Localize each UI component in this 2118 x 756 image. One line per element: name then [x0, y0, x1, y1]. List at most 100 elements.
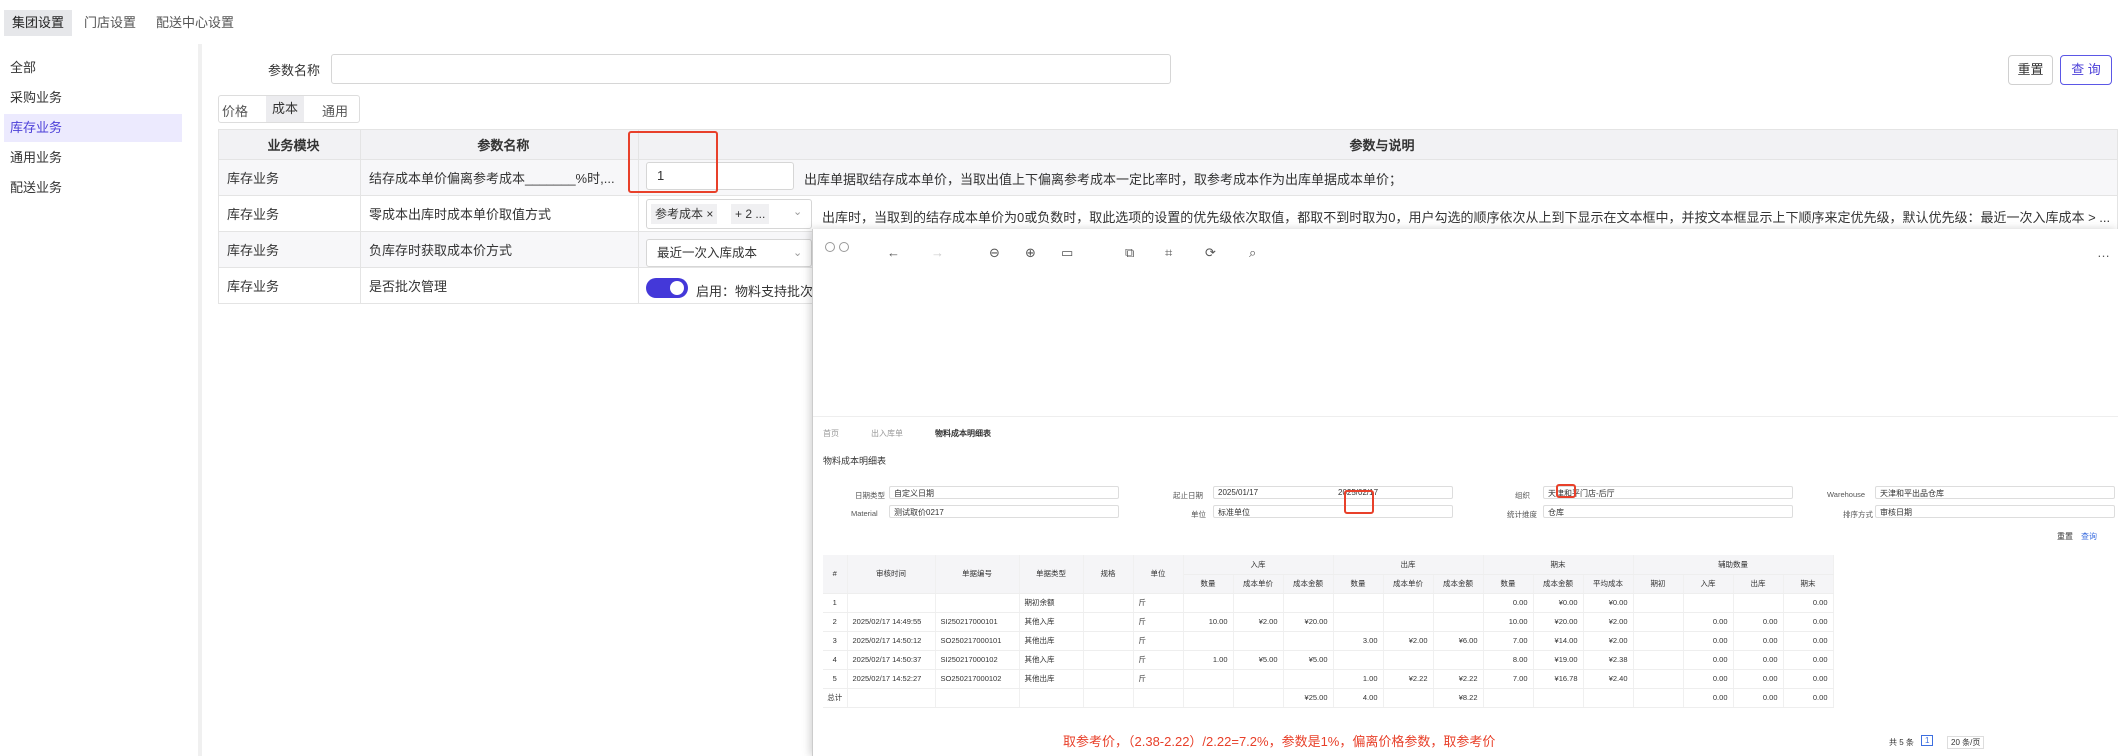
chevron-down-icon: ⌄: [793, 247, 803, 259]
report-cell[interactable]: SI250217000102: [935, 650, 1020, 670]
filter-field[interactable]: 审核日期: [1875, 505, 2115, 518]
header-param-name: 参数名称: [359, 129, 639, 160]
report-cell: 其他出库: [1019, 669, 1084, 689]
report-cell: [1283, 593, 1334, 613]
page-button[interactable]: 1: [1921, 735, 1934, 746]
report-cell: [1019, 688, 1084, 708]
report-cell: 3: [823, 631, 848, 651]
report-cell: 期初余额: [1019, 593, 1084, 613]
copy-icon[interactable]: ⧉: [1125, 245, 1134, 261]
close-icon[interactable]: [825, 242, 835, 252]
report-cell: [1183, 669, 1234, 689]
cell-name: 负库存时获取成本价方式: [359, 231, 639, 268]
report-cell: [1333, 612, 1384, 632]
report-cell: ¥20.00: [1283, 612, 1334, 632]
filter-field[interactable]: 标准单位: [1213, 505, 1453, 518]
zero-cost-select[interactable]: 参考成本 × + 2 ... ⌄: [646, 199, 812, 229]
report-cell: [1183, 688, 1234, 708]
filter-label: 单位: [1191, 510, 1206, 519]
report-cell[interactable]: SO250217000101: [935, 631, 1020, 651]
back-icon[interactable]: ←: [887, 245, 900, 260]
sidebar-item-general[interactable]: 通用业务: [4, 144, 182, 172]
report-cell: [1633, 631, 1684, 651]
report-cell[interactable]: SI250217000101: [935, 612, 1020, 632]
toggle-knob: [670, 281, 684, 295]
page-size-select[interactable]: 20 条/页: [1947, 736, 1985, 749]
report-cell: ¥0.00: [1533, 593, 1584, 613]
crop-icon[interactable]: ⌗: [1165, 245, 1172, 261]
report-cell: 4: [823, 650, 848, 670]
report-cell: 0.00: [1783, 669, 1834, 689]
query-button[interactable]: 查 询: [2060, 55, 2112, 85]
report-cell: 0.00: [1683, 650, 1734, 670]
search-icon[interactable]: ⌕: [1249, 245, 1256, 261]
report-cell: ¥2.38: [1583, 650, 1634, 670]
reset-button[interactable]: 重置: [2057, 531, 2073, 542]
annotation-text: 取参考价，（2.38-2.22）/2.22=7.2%，参数是1%，偏离价格参数，…: [1063, 734, 1496, 749]
sub-header: 出库: [1733, 574, 1784, 594]
filter-field[interactable]: 2025/01/17 2025/02/17: [1213, 486, 1453, 499]
minimize-icon[interactable]: [839, 242, 849, 252]
tab-store-settings[interactable]: 门店设置: [76, 10, 144, 36]
sub-tab-cost[interactable]: 成本: [266, 96, 305, 122]
sidebar-divider: [198, 44, 202, 756]
param-description: 出库时，当取到的结存成本单价为0或负数时，取此选项的设置的优先级依次取值，都取不…: [822, 210, 2111, 225]
breadcrumb-tab: 物料成本明细表: [935, 429, 991, 438]
sidebar-item-purchase[interactable]: 采购业务: [4, 84, 182, 112]
filter-field[interactable]: 仓库: [1543, 505, 1793, 518]
reset-button[interactable]: 重置: [2008, 55, 2053, 85]
report-cell: [847, 593, 936, 613]
report-cell: [1433, 612, 1484, 632]
divider: [813, 416, 2118, 417]
sidebar-item-all[interactable]: 全部: [4, 54, 182, 82]
report-cell: ¥5.00: [1283, 650, 1334, 670]
sub-tab-price[interactable]: 价格: [222, 101, 248, 120]
report-cell: [935, 688, 1020, 708]
query-button[interactable]: 查询: [2081, 531, 2097, 542]
batch-toggle[interactable]: [646, 278, 688, 298]
report-cell: ¥2.22: [1383, 669, 1434, 689]
filter-field[interactable]: 天津和平出品仓库: [1875, 486, 2115, 499]
sidebar-item-distribution[interactable]: 配送业务: [4, 174, 182, 202]
report-cell: ¥14.00: [1533, 631, 1584, 651]
rotate-icon[interactable]: ⟳: [1205, 245, 1216, 261]
report-cell: [1383, 688, 1434, 708]
sub-header: 平均成本: [1583, 574, 1634, 594]
report-cell: 4.00: [1333, 688, 1384, 708]
report-cell: ¥2.00: [1233, 612, 1284, 632]
actual-size-icon[interactable]: ▭: [1061, 245, 1073, 261]
report-cell: [1383, 612, 1434, 632]
report-cell: 2025/02/17 14:49:55: [847, 612, 936, 632]
report-cell: [1633, 688, 1684, 708]
zoom-in-icon[interactable]: ⊕: [1025, 245, 1036, 261]
report-cell[interactable]: SO250217000102: [935, 669, 1020, 689]
report-cell: [847, 688, 936, 708]
report-cell: [1533, 688, 1584, 708]
sidebar-item-inventory[interactable]: 库存业务: [4, 114, 182, 142]
sub-header: 成本单价: [1233, 574, 1284, 594]
forward-icon[interactable]: →: [931, 245, 944, 260]
cell-module: 库存业务: [218, 231, 361, 268]
report-cell: ¥16.78: [1533, 669, 1584, 689]
report-row: 3 2025/02/17 14:50:12 SO250217000101 其他出库 斤 3…: [823, 631, 1834, 651]
tab-distribution-settings[interactable]: 配送中心设置: [148, 10, 242, 36]
report-cell: 2025/02/17 14:50:37: [847, 650, 936, 670]
zoom-out-icon[interactable]: ⊖: [989, 245, 1000, 261]
report-cell: 2025/02/17 14:50:12: [847, 631, 936, 651]
col-header: 单据类型: [1019, 555, 1084, 594]
filter-field[interactable]: 测试取价0217: [889, 505, 1119, 518]
filter-field[interactable]: 天津和平门店-后厅: [1543, 486, 1793, 499]
tab-group-settings[interactable]: 集团设置: [4, 10, 73, 36]
negative-stock-select[interactable]: 最近一次入库成本 ⌄: [646, 239, 812, 267]
sub-tab-general[interactable]: 通用: [322, 101, 348, 120]
close-icon[interactable]: ×: [706, 207, 713, 221]
more-icon[interactable]: …: [2097, 245, 2110, 260]
report-row: 2 2025/02/17 14:49:55 SI250217000101 其他入库斤 1…: [823, 612, 1834, 632]
search-input[interactable]: [331, 54, 1171, 84]
filter-field[interactable]: 自定义日期: [889, 486, 1119, 499]
col-header: #: [823, 555, 848, 594]
sub-header: 成本金额: [1283, 574, 1334, 594]
report-cell: 斤: [1133, 669, 1184, 689]
report-cell: [1683, 593, 1734, 613]
report-cell: [1083, 631, 1134, 651]
